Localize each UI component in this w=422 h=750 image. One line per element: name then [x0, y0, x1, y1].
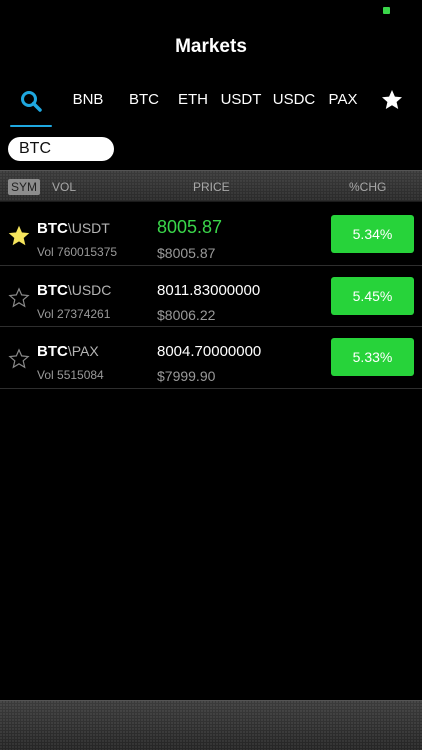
tab-eth[interactable]: ETH [172, 88, 214, 114]
market-row[interactable]: BTC\USDC Vol 27374261 8011.83000000 $800… [0, 266, 422, 327]
page-title: Markets [175, 36, 247, 57]
favorite-star-icon[interactable] [8, 225, 30, 247]
usd-price-label: $8005.87 [157, 245, 216, 261]
tab-usdt[interactable]: USDT [217, 88, 265, 114]
markets-screen: Markets BNB BTC ETH USDT USDC PAX S [0, 0, 422, 750]
status-indicator [383, 7, 390, 14]
usd-price-label: $7999.90 [157, 368, 216, 384]
tab-bnb[interactable]: BNB [64, 88, 112, 114]
pair-quote: \USDC [67, 281, 112, 298]
pair-base: BTC [37, 281, 68, 299]
volume-label: Vol 760015375 [37, 245, 118, 259]
pair-label: BTC\PAX [37, 343, 99, 360]
star-icon [380, 90, 404, 116]
pair-label: BTC\USDT [37, 220, 110, 237]
change-badge[interactable]: 5.33% [331, 338, 414, 376]
bottom-toolbar [0, 700, 422, 750]
usd-price-label: $8006.22 [157, 306, 216, 323]
favorite-star-icon[interactable] [8, 286, 30, 309]
sort-sym-button[interactable]: SYM [8, 179, 41, 195]
pair-quote: \USDT [67, 220, 110, 236]
price-label: 8011.83000000 [157, 281, 261, 299]
tab-usdc[interactable]: USDC [268, 88, 320, 114]
pair-quote: \PAX [67, 343, 99, 359]
pair-base: BTC [37, 220, 68, 237]
price-label: 8005.87 [157, 217, 223, 237]
market-tabs: BNB BTC ETH USDT USDC PAX [0, 88, 422, 128]
volume-label: Vol 5515084 [37, 368, 104, 382]
tab-btc[interactable]: BTC [122, 88, 166, 114]
price-label: 8004.70000000 [157, 343, 262, 360]
tab-search[interactable] [10, 88, 52, 114]
search-input[interactable] [8, 137, 114, 161]
market-list: BTC\USDT Vol 760015375 8005.87 $8005.87 … [0, 204, 422, 389]
active-tab-indicator [10, 125, 52, 127]
market-row[interactable]: BTC\PAX Vol 5515084 8004.70000000 $7999.… [0, 327, 422, 389]
pair-label: BTC\USDC [37, 282, 111, 299]
tab-favorites[interactable] [375, 88, 409, 114]
change-badge[interactable]: 5.34% [331, 215, 414, 253]
market-row[interactable]: BTC\USDT Vol 760015375 8005.87 $8005.87 … [0, 204, 422, 266]
favorite-star-icon[interactable] [8, 348, 30, 370]
sort-chg-button[interactable]: %CHG [349, 179, 386, 195]
tab-pax[interactable]: PAX [322, 88, 364, 114]
sort-price-button[interactable]: PRICE [193, 179, 230, 195]
pair-base: BTC [37, 343, 68, 360]
search-icon [19, 91, 43, 116]
change-badge[interactable]: 5.45% [331, 276, 414, 315]
sort-vol-button[interactable]: VOL [52, 179, 76, 195]
column-header: SYM VOL PRICE %CHG [0, 170, 422, 202]
volume-label: Vol 27374261 [37, 306, 111, 321]
